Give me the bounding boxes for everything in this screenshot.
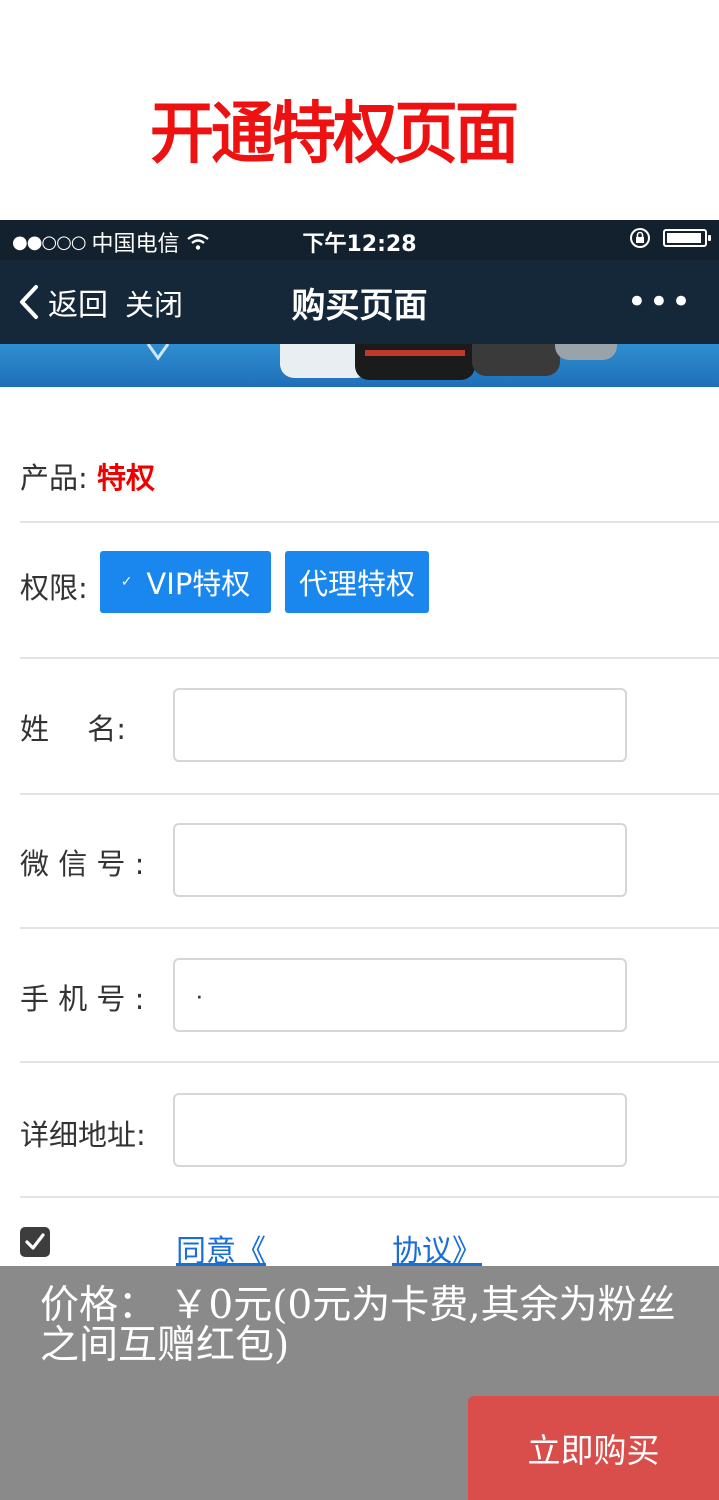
vip-option-label: VIP特权 bbox=[146, 567, 251, 601]
address-field[interactable] bbox=[173, 1093, 627, 1167]
battery-icon bbox=[663, 229, 711, 247]
permission-label: 权限: bbox=[20, 571, 88, 605]
banner-decoration-icon bbox=[146, 344, 170, 361]
phone-image bbox=[555, 344, 617, 360]
battery-level bbox=[667, 233, 701, 243]
divider bbox=[20, 657, 719, 659]
check-icon: ✓ bbox=[120, 574, 133, 590]
divider bbox=[20, 1196, 719, 1198]
address-label: 详细地址: bbox=[20, 1118, 146, 1152]
phone-label: 手 机 号 : bbox=[20, 982, 145, 1016]
divider bbox=[20, 521, 719, 523]
more-menu-button[interactable]: ••• bbox=[627, 282, 693, 322]
page-heading: 开通特权页面 bbox=[150, 94, 519, 174]
phone-field[interactable] bbox=[173, 958, 627, 1032]
divider bbox=[20, 927, 719, 929]
agreement-link-start[interactable]: 同意《 bbox=[176, 1226, 266, 1270]
product-row: 产品: 特权 bbox=[20, 455, 155, 497]
name-label: 姓 名: bbox=[20, 712, 126, 746]
price-text: 价格： ￥0元(0元为卡费,其余为粉丝之间互赠红包) bbox=[40, 1283, 676, 1368]
rotation-lock-icon bbox=[630, 228, 650, 248]
wechat-label: 微 信 号 : bbox=[20, 847, 145, 881]
status-time: 下午12:28 bbox=[302, 232, 417, 257]
phone-image bbox=[355, 344, 475, 380]
wechat-field[interactable] bbox=[173, 823, 627, 897]
checkmark-icon bbox=[25, 1233, 45, 1250]
buy-now-button[interactable]: 立即购买 bbox=[468, 1396, 719, 1500]
phone-image bbox=[472, 344, 560, 376]
agree-checkbox[interactable] bbox=[20, 1227, 50, 1257]
vip-permission-option[interactable]: ✓ VIP特权 bbox=[100, 551, 271, 613]
nav-title: 购买页面 bbox=[291, 286, 428, 326]
navigation-bar: 返回 关闭 购买页面 ••• bbox=[0, 260, 719, 344]
agent-permission-option[interactable]: 代理特权 bbox=[285, 551, 429, 613]
product-label: 产品: bbox=[20, 461, 88, 495]
status-right bbox=[629, 227, 711, 249]
name-field[interactable] bbox=[173, 688, 627, 762]
divider bbox=[20, 1061, 719, 1063]
agent-option-label: 代理特权 bbox=[298, 567, 415, 601]
status-bar: ●●○○○ 中国电信 下午12:28 bbox=[0, 220, 719, 260]
product-value: 特权 bbox=[97, 461, 156, 495]
divider bbox=[20, 793, 719, 795]
product-banner bbox=[0, 344, 719, 387]
poster-header: 开通特权页面 bbox=[0, 0, 719, 220]
agreement-link-end[interactable]: 协议》 bbox=[392, 1226, 482, 1270]
